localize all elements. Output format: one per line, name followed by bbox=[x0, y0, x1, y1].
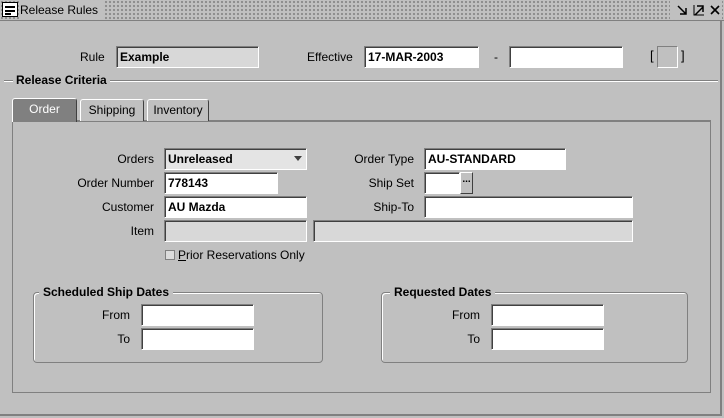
ship-to-label: Ship-To bbox=[373, 200, 414, 214]
minimize-icon[interactable] bbox=[676, 3, 690, 17]
orders-dropdown[interactable]: Unreleased bbox=[164, 148, 307, 170]
ssd-to-label: To bbox=[117, 332, 130, 346]
ssd-to-field[interactable] bbox=[141, 328, 254, 350]
tab-order[interactable]: Order bbox=[12, 98, 77, 122]
order-type-field[interactable]: AU-STANDARD bbox=[424, 148, 566, 170]
window-title: Release Rules bbox=[20, 1, 104, 19]
close-icon[interactable] bbox=[708, 3, 722, 17]
ssd-from-label: From bbox=[102, 308, 130, 322]
effective-from-field[interactable]: 17-MAR-2003 bbox=[364, 46, 479, 68]
order-number-label: Order Number bbox=[77, 176, 154, 190]
prior-reservations-label: Prior Reservations Only bbox=[178, 248, 305, 262]
prior-reservations-mnemonic: P bbox=[178, 248, 187, 262]
ship-set-lov-button[interactable]: ... bbox=[460, 172, 473, 194]
ship-set-label: Ship Set bbox=[368, 176, 414, 190]
scheduled-ship-dates-title: Scheduled Ship Dates bbox=[39, 285, 174, 299]
customer-label: Customer bbox=[101, 200, 154, 214]
item-field[interactable] bbox=[164, 220, 307, 242]
ship-set-field[interactable] bbox=[424, 172, 460, 194]
order-type-label: Order Type bbox=[354, 152, 414, 166]
oracle-app-icon[interactable] bbox=[2, 2, 18, 17]
rd-from-field[interactable] bbox=[491, 304, 604, 326]
requested-dates-title: Requested Dates bbox=[390, 285, 496, 299]
window-controls bbox=[670, 1, 722, 19]
maximize-icon[interactable] bbox=[692, 3, 706, 17]
title-bar[interactable] bbox=[0, 0, 724, 21]
tab-inventory[interactable]: Inventory bbox=[147, 99, 209, 121]
effective-separator: - bbox=[494, 50, 498, 64]
ship-to-field[interactable] bbox=[424, 196, 633, 218]
ssd-from-field[interactable] bbox=[141, 304, 254, 326]
rd-from-label: From bbox=[452, 308, 480, 322]
customer-field[interactable]: AU Mazda bbox=[164, 196, 307, 218]
item-description-field[interactable] bbox=[313, 220, 633, 242]
descriptive-flex-bracket-open: [ bbox=[650, 48, 654, 63]
orders-dropdown-value: Unreleased bbox=[168, 152, 233, 166]
section-divider bbox=[4, 80, 718, 82]
rule-label: Rule bbox=[80, 50, 105, 64]
item-label: Item bbox=[130, 224, 154, 238]
order-number-field[interactable]: 778143 bbox=[164, 172, 278, 194]
rule-field[interactable]: Example bbox=[116, 46, 259, 68]
tab-shipping[interactable]: Shipping bbox=[80, 99, 144, 121]
chevron-down-icon bbox=[294, 156, 302, 161]
effective-to-field[interactable] bbox=[509, 46, 623, 68]
release-criteria-title: Release Criteria bbox=[13, 73, 110, 87]
effective-label: Effective bbox=[307, 50, 353, 64]
descriptive-flexfield[interactable] bbox=[657, 46, 678, 68]
prior-reservations-label-text: rior Reservations Only bbox=[186, 248, 305, 262]
orders-label: Orders bbox=[117, 152, 154, 166]
descriptive-flex-bracket-close: ] bbox=[681, 48, 685, 63]
rd-to-label: To bbox=[467, 332, 480, 346]
rd-to-field[interactable] bbox=[491, 328, 604, 350]
prior-reservations-checkbox[interactable] bbox=[165, 250, 175, 260]
